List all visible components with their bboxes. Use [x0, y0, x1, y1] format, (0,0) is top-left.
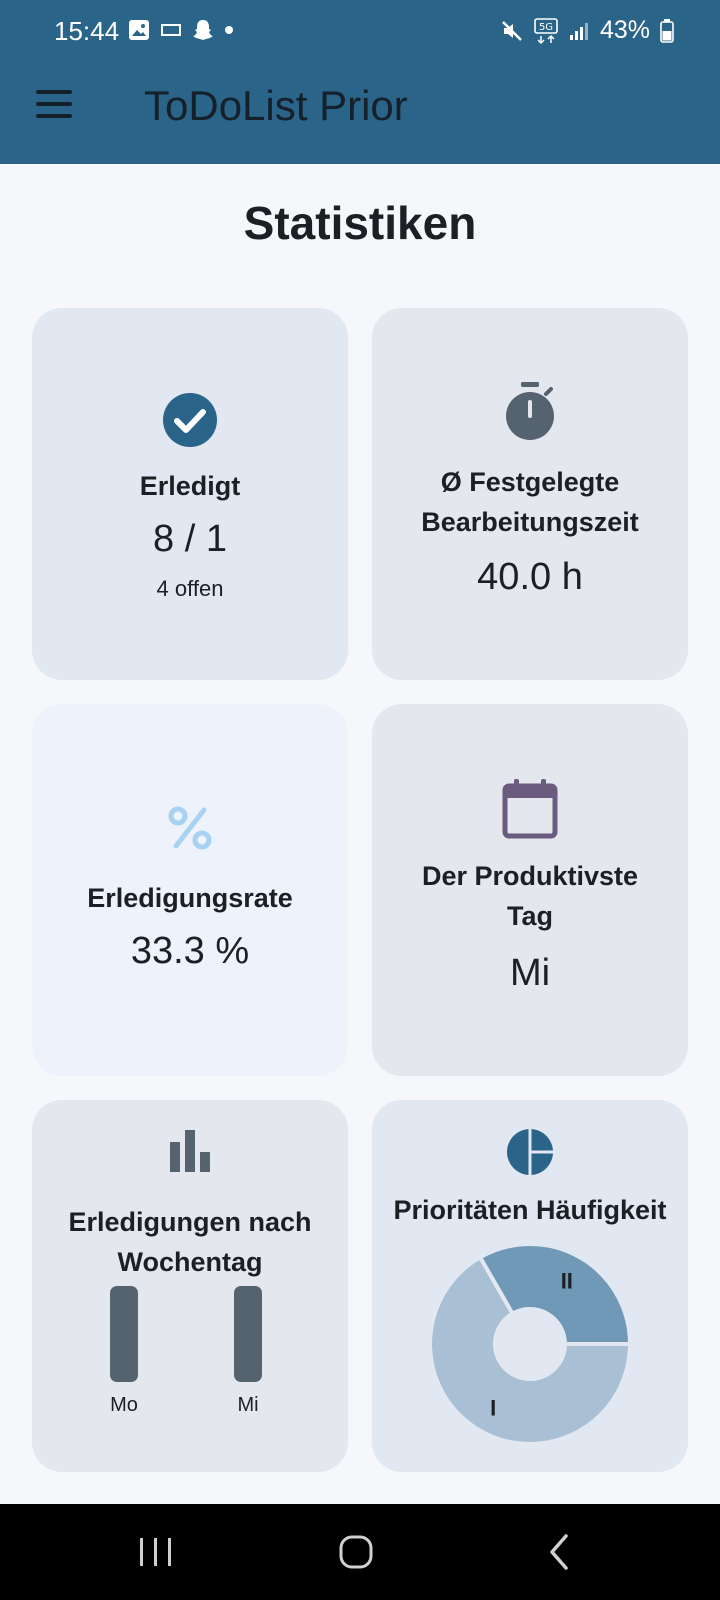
weekday-bar-label: Mi	[237, 1394, 259, 1416]
productive-day-label-line1: Der Produktivste	[421, 861, 639, 891]
battery-icon	[660, 18, 674, 43]
gallery-icon	[129, 20, 149, 40]
done-card: Erledigt 8 / 1 4 offen	[32, 308, 348, 680]
priority-chart-card: Prioritäten Häufigkeit I II	[372, 1100, 688, 1472]
weekday-bar-label: Mo	[110, 1394, 138, 1416]
signal-icon	[569, 22, 588, 40]
menu-icon-line	[36, 90, 72, 94]
status-left-icons	[128, 18, 234, 42]
mute-icon	[502, 20, 522, 41]
page-title: Statistiken	[243, 197, 477, 249]
recent-apps-button[interactable]	[126, 1526, 186, 1578]
weekday-bar-chart: Mo Mi	[32, 1100, 348, 1472]
percent-icon	[168, 806, 212, 850]
timer-icon	[506, 382, 554, 440]
avg-time-label-line2: Bearbeitungszeit	[421, 507, 639, 537]
menu-icon-line	[36, 114, 72, 118]
done-open-count: 4 offen	[156, 576, 224, 601]
status-bar: 15:44 5G 43%	[0, 0, 720, 62]
top-bar: 15:44 5G 43% ToDoList Prior	[0, 0, 720, 164]
productive-day-label-line2: Tag	[507, 901, 553, 931]
rate-label: Erledigungsrate	[87, 883, 293, 913]
system-nav-bar	[0, 1504, 720, 1600]
avg-time-value: 40.0 h	[477, 556, 583, 598]
status-time: 15:44	[54, 16, 120, 46]
svg-text:5G: 5G	[539, 22, 553, 33]
pie-slice-label: II	[561, 1268, 573, 1293]
calendar-icon	[502, 779, 558, 839]
rate-value: 33.3 %	[130, 930, 250, 972]
app-bar: ToDoList Prior	[0, 62, 720, 164]
done-label: Erledigt	[139, 471, 241, 501]
back-button[interactable]	[530, 1526, 590, 1578]
avg-time-card: Ø Festgelegte Bearbeitungszeit 40.0 h	[372, 308, 688, 680]
weekday-chart-card: Erledigungen nach Wochentag Mo Mi	[32, 1100, 348, 1472]
snapchat-icon	[193, 20, 213, 40]
pie-slice-label: I	[490, 1396, 496, 1421]
weekday-bar	[110, 1286, 138, 1382]
dot-icon	[225, 26, 233, 34]
home-button[interactable]	[326, 1526, 386, 1578]
weekday-bar	[234, 1286, 262, 1382]
productive-day-value: Mi	[509, 952, 551, 994]
app-title: ToDoList Prior	[144, 82, 408, 129]
menu-button[interactable]	[36, 90, 76, 130]
priority-pie-chart: III	[428, 1242, 633, 1446]
pie-slice	[477, 1242, 633, 1346]
rate-card: Erledigungsrate 33.3 %	[32, 704, 348, 1076]
app-icon	[161, 24, 181, 36]
avg-time-label-line1: Ø Festgelegte	[440, 467, 620, 497]
status-right: 5G 43%	[500, 16, 674, 45]
menu-icon-line	[36, 102, 72, 106]
battery-percent: 43%	[599, 16, 650, 44]
productive-day-card: Der Produktivste Tag Mi	[372, 704, 688, 1076]
5g-icon: 5G	[534, 17, 558, 44]
check-circle-icon	[163, 393, 217, 447]
done-value: 8 / 1	[153, 518, 227, 560]
